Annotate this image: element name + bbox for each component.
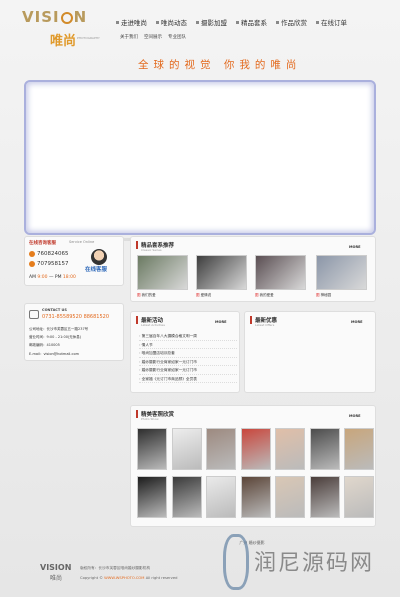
gallery-photo[interactable] bbox=[240, 428, 271, 470]
contact-address: 公司地址：长沙市芙蓉区五一路237号 bbox=[29, 327, 89, 331]
gallery-photo[interactable] bbox=[206, 476, 236, 518]
gallery-panel: 精美客照欣赏 Photo Show MORE bbox=[130, 405, 376, 527]
footer-address: 版权所有：长沙市芙蓉区唯尚婚纱摄影机构 bbox=[80, 566, 151, 570]
gallery-photo[interactable] bbox=[344, 476, 374, 518]
bullet-icon bbox=[316, 20, 319, 24]
series-photo[interactable] bbox=[196, 255, 247, 290]
subnav-item-space[interactable]: 空间展示 bbox=[144, 34, 162, 40]
qq-icon bbox=[29, 251, 35, 257]
list-item[interactable]: 第三届百年八大摄模合格文明一周 bbox=[139, 332, 237, 341]
contact-box: CONTACT US 0731-85589520 88681520 公司地址：长… bbox=[24, 303, 124, 361]
gallery-photo[interactable] bbox=[275, 476, 305, 518]
activities-subtitle: Latest Activities bbox=[141, 323, 165, 327]
contact-email[interactable]: E-mail：vision@hotmail.com bbox=[29, 352, 79, 357]
series-photo[interactable] bbox=[255, 255, 306, 290]
service-subtitle: Service Online bbox=[69, 240, 95, 244]
series-caption[interactable]: 图 神秘园 bbox=[316, 293, 331, 298]
gallery-photo[interactable] bbox=[309, 476, 340, 518]
gallery-subtitle: Photo Show bbox=[141, 417, 159, 421]
nav-item-about[interactable]: 走进唯尚 bbox=[116, 17, 147, 27]
bullet-icon bbox=[276, 20, 279, 24]
qq-icon bbox=[29, 261, 35, 267]
gallery-photo[interactable] bbox=[309, 428, 340, 470]
gallery-more-link[interactable]: MORE bbox=[349, 414, 361, 418]
brand-logo[interactable]: VISI N 唯尚 PHOTOGRAPHY bbox=[22, 8, 102, 52]
gallery-photo[interactable] bbox=[137, 428, 167, 470]
offers-more-link[interactable]: MORE bbox=[351, 320, 363, 324]
service-avatar bbox=[91, 249, 107, 265]
watermark-text: 润尼源码网 bbox=[254, 551, 375, 576]
list-item[interactable]: 情人节 bbox=[139, 341, 237, 349]
gallery-photo[interactable] bbox=[171, 476, 202, 518]
contact-phones: 0731-85589520 88681520 bbox=[42, 314, 110, 320]
footer-logo: VISION bbox=[40, 563, 72, 572]
qq-contact-2[interactable]: 707958157 bbox=[29, 261, 69, 267]
online-service-button[interactable]: 在线客服 bbox=[85, 265, 107, 273]
offers-panel: 最新优惠 Latest Offers MORE bbox=[244, 311, 376, 393]
activities-more-link[interactable]: MORE bbox=[215, 320, 227, 324]
series-caption[interactable]: 图 我的爱爱 bbox=[255, 293, 274, 298]
watermark-logo-icon bbox=[223, 534, 249, 590]
nav-item-news[interactable]: 唯尚动态 bbox=[156, 17, 187, 27]
series-photo[interactable] bbox=[137, 255, 188, 290]
hero-banner bbox=[24, 80, 376, 235]
series-caption[interactable]: 图 我们的爱 bbox=[137, 293, 156, 298]
nav-item-works[interactable]: 作品欣赏 bbox=[276, 17, 307, 27]
list-item[interactable]: 全家福《元订门市商品预》全员表 bbox=[139, 375, 237, 383]
footer-site-link[interactable]: WWW.WSPHOTO.COM bbox=[104, 576, 144, 580]
sub-nav: 关于我们 空间展示 专业团队 bbox=[120, 34, 186, 40]
series-panel: 精品套系推荐 Classic Series MORE 图 我们的爱 图 爱情说 … bbox=[130, 236, 376, 302]
qq-contact-1[interactable]: 760824065 bbox=[29, 251, 69, 257]
page: VISI N 唯尚 PHOTOGRAPHY 走进唯尚 唯尚动态 摄影加盟 精品套系… bbox=[0, 0, 400, 597]
gallery-photo[interactable] bbox=[344, 428, 374, 470]
logo-chinese: 唯尚 bbox=[50, 34, 77, 49]
bullet-icon bbox=[236, 20, 239, 24]
series-caption[interactable]: 图 爱情说 bbox=[196, 293, 211, 298]
logo-ring-icon bbox=[60, 11, 73, 24]
gallery-photo[interactable] bbox=[206, 428, 236, 470]
subnav-item-about[interactable]: 关于我们 bbox=[120, 34, 138, 40]
service-title: 在线咨询客服 bbox=[29, 241, 56, 246]
activities-list: 第三届百年八大摄模合格文明一周 情人节 唯尚加盟店培训总套 婚纱摄影行业商家如家… bbox=[139, 332, 237, 383]
contact-title: CONTACT US bbox=[42, 308, 67, 312]
subnav-item-team[interactable]: 专业团队 bbox=[168, 34, 186, 40]
contact-postcode: 邮政编码：410005 bbox=[29, 343, 60, 347]
bullet-icon bbox=[116, 20, 119, 24]
gallery-photo[interactable] bbox=[137, 476, 167, 518]
phone-icon bbox=[29, 310, 39, 319]
bullet-icon bbox=[156, 20, 159, 24]
logo-wordmark: VISI N bbox=[22, 8, 88, 26]
contact-hours: 营业时间：9:00 - 21:00(无休息) bbox=[29, 335, 82, 339]
footer-logo-cn: 唯尚 bbox=[50, 575, 63, 582]
main-nav: 走进唯尚 唯尚动态 摄影加盟 精品套系 作品欣赏 在线订单 bbox=[116, 17, 347, 27]
nav-item-order[interactable]: 在线订单 bbox=[316, 17, 347, 27]
list-item[interactable]: 婚纱摄影行业商家如家一元订门市 bbox=[139, 366, 237, 375]
gallery-photo[interactable] bbox=[240, 476, 271, 518]
online-service-box: 在线咨询客服 Service Online 760824065 70795815… bbox=[24, 236, 124, 286]
activities-panel: 最新活动 Latest Activities MORE 第三届百年八大摄模合格文… bbox=[130, 311, 240, 393]
bullet-icon bbox=[196, 20, 199, 24]
series-subtitle: Classic Series bbox=[141, 248, 162, 252]
list-item[interactable]: 婚纱摄影行业商家如家一元订门市 bbox=[139, 358, 237, 366]
nav-item-series[interactable]: 精品套系 bbox=[236, 17, 267, 27]
series-photo[interactable] bbox=[316, 255, 367, 290]
footer-copyright: Copyright © WWW.WSPHOTO.COM All right re… bbox=[80, 576, 178, 580]
nav-item-join[interactable]: 摄影加盟 bbox=[196, 17, 227, 27]
list-item[interactable]: 唯尚加盟店培训总套 bbox=[139, 349, 237, 358]
gallery-photo[interactable] bbox=[171, 428, 202, 470]
offers-subtitle: Latest Offers bbox=[255, 323, 275, 327]
slogan: 全球的视觉 你我的唯尚 bbox=[138, 59, 302, 71]
series-more-link[interactable]: MORE bbox=[349, 245, 361, 249]
logo-subtitle: PHOTOGRAPHY bbox=[77, 36, 100, 40]
service-hours: AM 9:00 — PM 18:00 bbox=[29, 275, 76, 280]
gallery-photo[interactable] bbox=[275, 428, 305, 470]
